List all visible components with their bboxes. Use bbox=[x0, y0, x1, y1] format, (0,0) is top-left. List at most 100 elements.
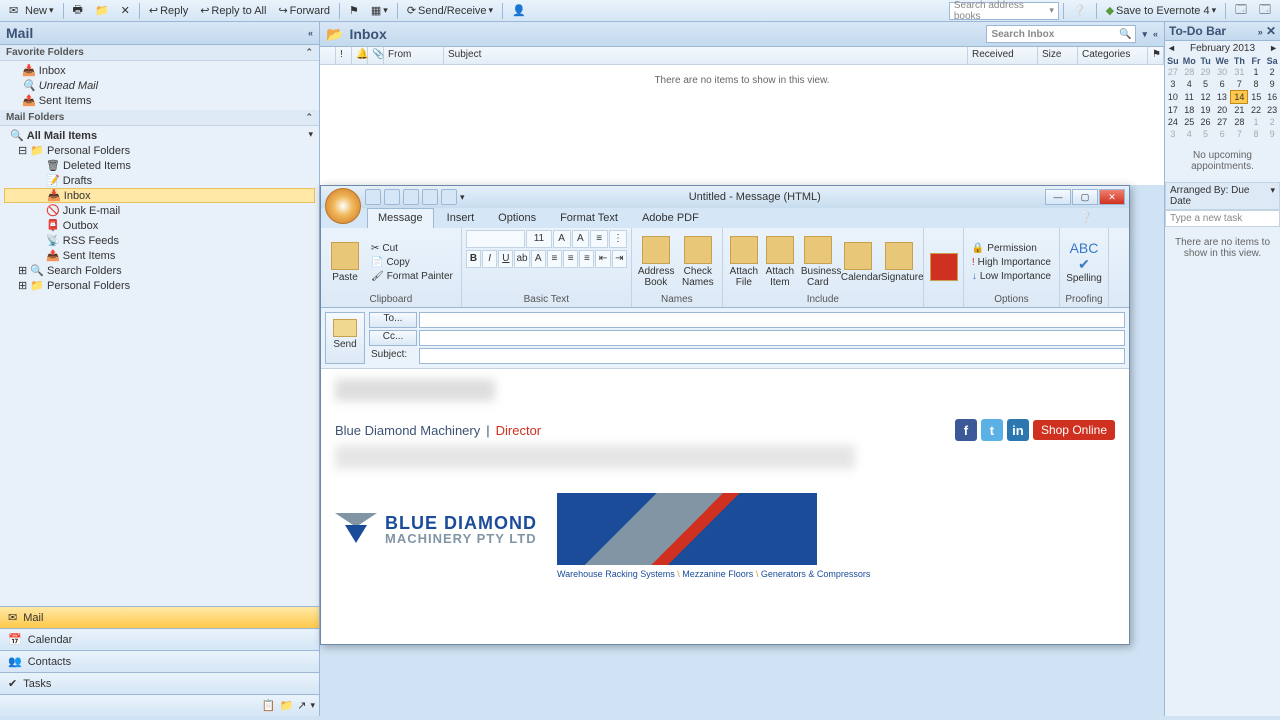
search-address-books[interactable]: Search address books▾ bbox=[949, 2, 1059, 20]
office-button[interactable] bbox=[325, 188, 361, 224]
collapse-nav-icon[interactable]: « bbox=[308, 28, 313, 38]
nav-mail-button[interactable]: ✉Mail bbox=[0, 606, 319, 628]
notes-shortcut-icon[interactable]: 📋 bbox=[262, 699, 276, 712]
tab-adobe-pdf[interactable]: Adobe PDF bbox=[631, 208, 710, 228]
next-month-icon[interactable]: ► bbox=[1269, 43, 1278, 54]
bullets-button[interactable]: ≡ bbox=[590, 230, 608, 248]
new-button[interactable]: ✉New▾ bbox=[4, 2, 59, 20]
send-button[interactable]: Send bbox=[325, 312, 365, 364]
minimize-button[interactable]: — bbox=[1045, 189, 1071, 205]
folder-sent[interactable]: 📤 Sent Items bbox=[4, 248, 315, 263]
shrink-font-button[interactable]: A bbox=[572, 230, 590, 248]
folder-deleted[interactable]: 🗑 Deleted Items bbox=[4, 158, 315, 173]
follow-up-button[interactable] bbox=[928, 251, 960, 285]
col-subject[interactable]: Subject bbox=[444, 47, 968, 64]
message-body[interactable]: Blue Diamond Machinery | Director f t in… bbox=[321, 369, 1129, 644]
linkedin-icon[interactable]: in bbox=[1007, 419, 1029, 441]
col-attachment[interactable]: 📎 bbox=[368, 47, 384, 64]
extra-button-2[interactable]: 🗔 bbox=[1254, 0, 1276, 22]
low-importance-button[interactable]: ↓Low Importance bbox=[968, 270, 1055, 283]
qat-prev-icon[interactable] bbox=[422, 189, 438, 205]
bold-button[interactable]: B bbox=[466, 250, 481, 268]
calendar-button[interactable]: Calendar bbox=[839, 240, 877, 285]
attach-item-button[interactable]: Attach Item bbox=[763, 234, 797, 290]
configure-buttons-icon[interactable]: ▾ bbox=[310, 700, 315, 711]
indent-dec-button[interactable]: ⇤ bbox=[595, 250, 610, 268]
fav-sent[interactable]: 📤 Sent Items bbox=[4, 93, 315, 108]
align-center-button[interactable]: ≡ bbox=[563, 250, 578, 268]
twitter-icon[interactable]: t bbox=[981, 419, 1003, 441]
highlight-button[interactable]: ab bbox=[514, 250, 529, 268]
col-importance[interactable]: ! bbox=[336, 47, 352, 64]
align-right-button[interactable]: ≡ bbox=[579, 250, 594, 268]
format-painter-button[interactable]: 🖌Format Painter bbox=[367, 270, 457, 283]
grow-font-button[interactable]: A bbox=[553, 230, 571, 248]
font-selector[interactable] bbox=[466, 230, 525, 248]
subject-field[interactable] bbox=[419, 348, 1125, 364]
flag-button[interactable]: ⚑ bbox=[344, 2, 364, 19]
categorize-button[interactable]: ▦▾ bbox=[366, 2, 393, 19]
favorite-folders-header[interactable]: Favorite Folders⌃ bbox=[0, 45, 319, 61]
facebook-icon[interactable]: f bbox=[955, 419, 977, 441]
shortcuts-icon[interactable]: ↗ bbox=[297, 699, 306, 712]
fav-unread[interactable]: 🔍 Unread Mail bbox=[4, 78, 315, 93]
paste-button[interactable]: Paste bbox=[325, 240, 365, 285]
move-button[interactable]: 📁 bbox=[90, 2, 114, 19]
folder-junk[interactable]: 🚫 Junk E-mail bbox=[4, 203, 315, 218]
close-todo-icon[interactable]: ✕ bbox=[1266, 24, 1276, 38]
search-dropdown-icon[interactable]: ▾ bbox=[1142, 29, 1147, 40]
col-categories[interactable]: Categories bbox=[1078, 47, 1148, 64]
tab-message[interactable]: Message bbox=[367, 208, 434, 228]
qat-save-icon[interactable] bbox=[365, 189, 381, 205]
qat-redo-icon[interactable] bbox=[403, 189, 419, 205]
expand-todo-icon[interactable]: » bbox=[1258, 27, 1263, 37]
high-importance-button[interactable]: !High Importance bbox=[968, 256, 1055, 269]
align-left-button[interactable]: ≡ bbox=[547, 250, 562, 268]
copy-button[interactable]: 📄Copy bbox=[367, 256, 457, 269]
send-receive-button[interactable]: ⟳Send/Receive▾ bbox=[402, 2, 498, 19]
nav-tasks-button[interactable]: ✔Tasks bbox=[0, 672, 319, 694]
shop-online-button[interactable]: Shop Online bbox=[1033, 420, 1115, 440]
prev-month-icon[interactable]: ◄ bbox=[1167, 43, 1176, 54]
maximize-button[interactable]: ▢ bbox=[1072, 189, 1098, 205]
extra-button-1[interactable]: 🗔 bbox=[1230, 0, 1252, 22]
collapse-list-icon[interactable]: « bbox=[1153, 29, 1158, 39]
cut-button[interactable]: ✂Cut bbox=[367, 242, 457, 255]
cc-button[interactable]: Cc... bbox=[369, 330, 417, 346]
signature-button[interactable]: Signature bbox=[879, 240, 919, 285]
col-reminder[interactable]: 🔔 bbox=[352, 47, 368, 64]
business-card-button[interactable]: Business Card bbox=[799, 234, 837, 290]
check-names-button[interactable]: Check Names bbox=[678, 234, 718, 290]
font-color-button[interactable]: A bbox=[531, 250, 546, 268]
new-task-input[interactable]: Type a new task bbox=[1165, 210, 1280, 227]
print-button[interactable]: 🖶 bbox=[68, 0, 88, 22]
spelling-button[interactable]: ABC✔Spelling bbox=[1064, 238, 1104, 286]
find-contact-button[interactable]: 👤 bbox=[507, 2, 531, 19]
folder-rss[interactable]: 📡 RSS Feeds bbox=[4, 233, 315, 248]
task-arrange-header[interactable]: Arranged By: Due Date▾ bbox=[1165, 182, 1280, 210]
calendar-today[interactable]: 14 bbox=[1231, 91, 1248, 104]
col-received[interactable]: Received bbox=[968, 47, 1038, 64]
col-icon[interactable] bbox=[320, 47, 336, 64]
close-button[interactable]: ✕ bbox=[1099, 189, 1125, 205]
cc-field[interactable] bbox=[419, 330, 1125, 346]
forward-button[interactable]: ↪Forward bbox=[273, 2, 335, 19]
folder-inbox[interactable]: 📥 Inbox bbox=[4, 188, 315, 203]
folder-outbox[interactable]: 📮 Outbox bbox=[4, 218, 315, 233]
font-size-selector[interactable]: 11 bbox=[526, 230, 552, 248]
address-book-button[interactable]: Address Book bbox=[636, 234, 676, 290]
underline-button[interactable]: U bbox=[498, 250, 513, 268]
attach-file-button[interactable]: Attach File bbox=[727, 234, 761, 290]
ribbon-help-icon[interactable]: ❔ bbox=[1073, 208, 1099, 228]
search-folders[interactable]: ⊞ 🔍 Search Folders bbox=[4, 263, 315, 278]
help-button[interactable]: ❔ bbox=[1068, 2, 1092, 19]
fav-inbox[interactable]: 📥 Inbox bbox=[4, 63, 315, 78]
mail-folders-header[interactable]: Mail Folders⌃ bbox=[0, 110, 319, 126]
mini-calendar[interactable]: SuMoTuWeThFrSa 272829303112 3456789 1011… bbox=[1165, 56, 1280, 140]
to-button[interactable]: To... bbox=[369, 312, 417, 328]
tab-insert[interactable]: Insert bbox=[436, 208, 486, 228]
italic-button[interactable]: I bbox=[482, 250, 497, 268]
all-mail-items[interactable]: 🔍 All Mail Items ▾ bbox=[4, 128, 315, 143]
reply-all-button[interactable]: ↩Reply to All bbox=[195, 2, 271, 19]
save-evernote-button[interactable]: ◆Save to Evernote 4▾ bbox=[1101, 2, 1222, 19]
